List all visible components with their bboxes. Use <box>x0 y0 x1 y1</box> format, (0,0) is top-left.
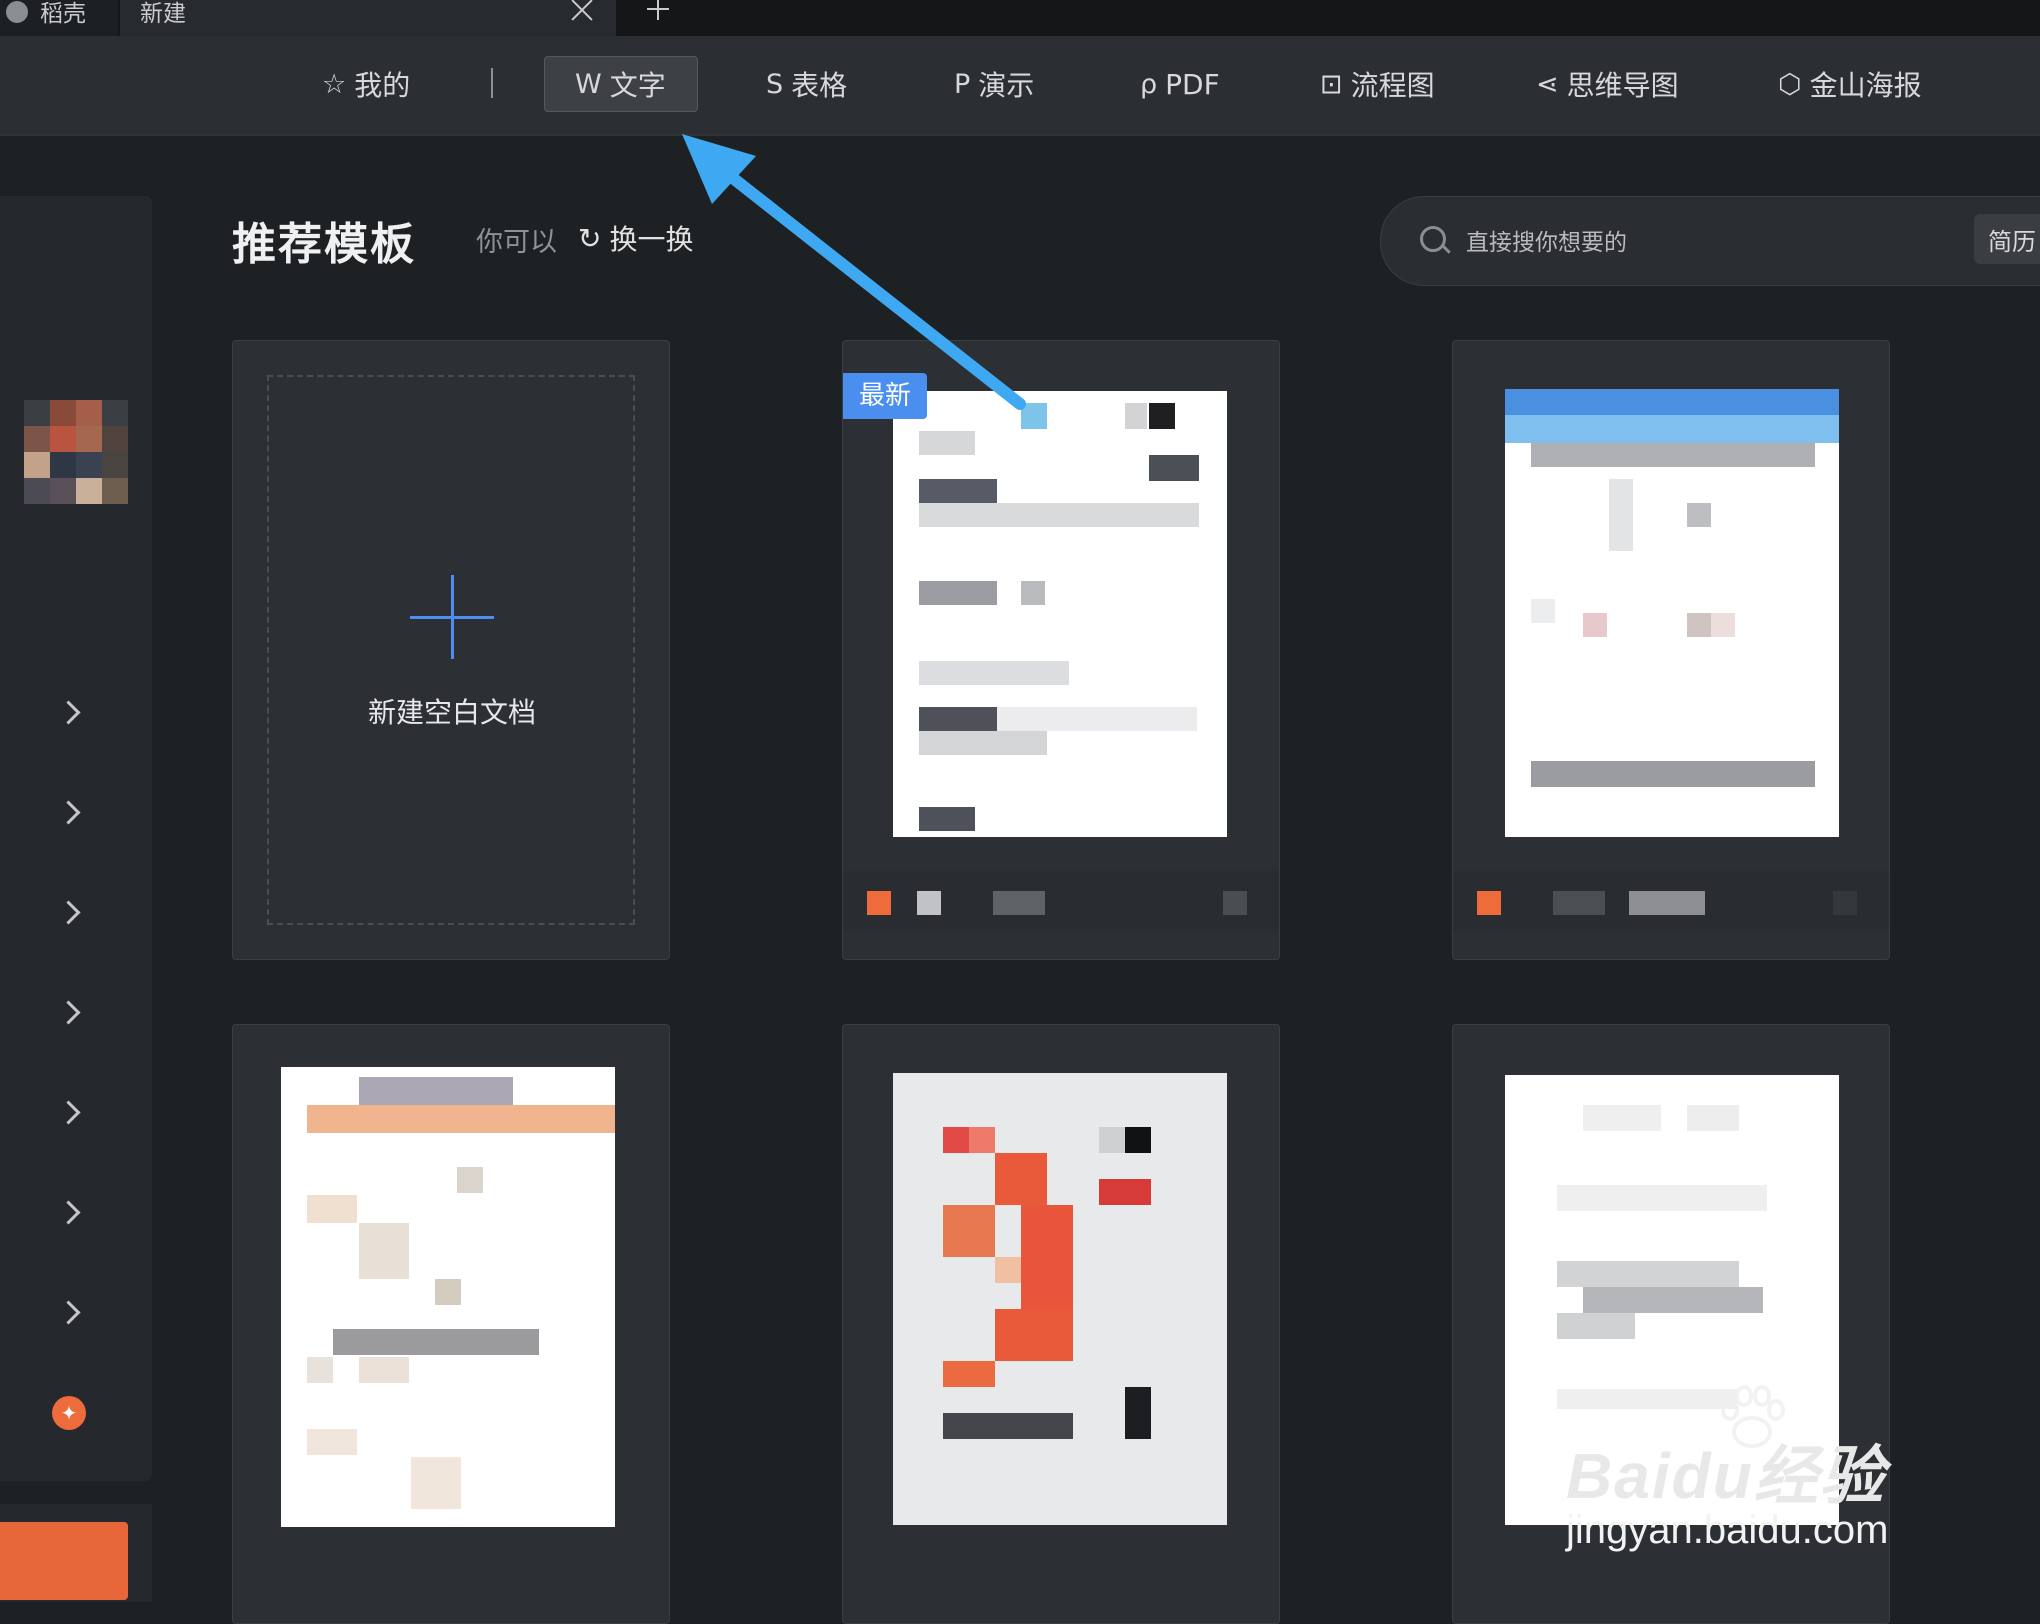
arrow-shape <box>682 134 1026 410</box>
annotation-arrow <box>682 134 1026 410</box>
watermark-url: jingyan.baidu.com <box>1566 1508 1889 1552</box>
baidu-paw-icon <box>1721 1385 1785 1448</box>
